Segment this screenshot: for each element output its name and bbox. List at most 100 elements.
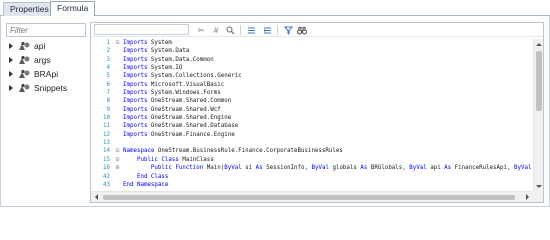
keyword-token: ByVal [224, 165, 242, 172]
fold-toggle-icon[interactable]: ⊟ [114, 39, 121, 47]
scroll-thumb[interactable] [536, 51, 542, 111]
scroll-right-icon[interactable] [523, 192, 532, 202]
code-token: api [426, 165, 445, 172]
comment-icon[interactable] [245, 24, 257, 36]
code-token: OneStream.Shared.Engine [147, 115, 232, 122]
find-next-icon[interactable] [224, 24, 236, 36]
keyword-token: Imports [123, 48, 148, 55]
code-line[interactable]: 5 Imports System.Collections.Generic [91, 72, 533, 80]
code-text: End Class [123, 173, 168, 181]
line-number: 3 [106, 56, 111, 63]
code-line[interactable]: 14 ⊟ Namespace OneStream.BusinessRule.Fina… [91, 147, 533, 155]
code-text: Imports System.Data [123, 47, 189, 55]
code-line[interactable]: 8 Imports OneStream.Shared.Common [91, 97, 533, 105]
tree-item-args[interactable]: args [6, 53, 86, 67]
keyword-token: As [255, 165, 263, 172]
editor-toolbar: ✂ # [91, 23, 543, 37]
find-icon[interactable]: # [210, 24, 222, 36]
line-number: 4 [106, 65, 111, 72]
tree-item-brapi[interactable]: BRApi [6, 67, 86, 81]
code-text: Namespace OneStream.BusinessRule.Finance… [123, 147, 343, 155]
code-text: Imports OneStream.Finance.Engine [123, 131, 235, 139]
code-line[interactable]: 16 ⊞ Public Function Main(ByVal si As Ses… [91, 164, 533, 172]
filter-input[interactable] [6, 23, 86, 37]
code-line[interactable]: 2 Imports System.Data [91, 47, 533, 55]
namespace-icon [19, 69, 30, 78]
keyword-token: Imports [123, 40, 148, 46]
code-line[interactable]: 43 End Namespace [91, 181, 533, 189]
code-line[interactable]: 4 Imports System.IO [91, 64, 533, 72]
fold-toggle-icon[interactable]: ⊟ [114, 156, 121, 164]
line-number: 14 [103, 148, 110, 155]
code-line[interactable]: 1 ⊟ Imports System [91, 39, 533, 47]
expand-arrow-icon[interactable] [6, 67, 16, 81]
code-text: Public Class MainClass [123, 156, 214, 164]
search-input[interactable] [94, 24, 189, 35]
scroll-left-icon[interactable] [92, 192, 101, 202]
tab-formula[interactable]: Formula [50, 1, 96, 17]
line-number: 11 [103, 123, 110, 130]
tree-item-snippets[interactable]: Snippets [6, 81, 86, 95]
keyword-token: Imports [123, 123, 148, 130]
line-number: 42 [103, 173, 110, 180]
code-text: Imports System.Data.Common [123, 56, 214, 64]
keyword-token: Imports [123, 106, 148, 113]
code-text: Imports OneStream.Shared.Wcf [123, 106, 221, 114]
line-number: 10 [103, 115, 110, 122]
uncomment-icon[interactable] [261, 24, 273, 36]
code-token: OneStream.BusinessRule.Finance.Corporate… [154, 148, 343, 155]
line-number: 43 [103, 181, 110, 188]
code-line[interactable]: 9 Imports OneStream.Shared.Wcf [91, 106, 533, 114]
code-editor[interactable]: ✂ # 1 ⊟ Imports System 2 Imports System.Data… [90, 22, 544, 203]
code-line[interactable]: 12 Imports OneStream.Finance.Engine [91, 131, 533, 139]
code-line[interactable]: 6 Imports Microsoft.VisualBasic [91, 81, 533, 89]
keyword-token: ByVal [311, 165, 329, 172]
line-number: 7 [106, 90, 111, 97]
fold-toggle-icon[interactable]: ⊞ [114, 164, 121, 172]
code-line[interactable]: 11 Imports OneStream.Shared.Database [91, 122, 533, 130]
keyword-token: Imports [123, 65, 148, 72]
scroll-thumb[interactable] [103, 195, 515, 200]
code-token: si [241, 165, 256, 172]
cut-icon[interactable]: ✂ [195, 24, 207, 36]
object-tree: api args BRApi Snippets [6, 39, 86, 95]
binoculars-icon[interactable] [296, 24, 308, 36]
code-text: Imports System [123, 39, 172, 47]
code-line[interactable]: 13 [91, 139, 533, 147]
code-line[interactable]: 15 ⊟ Public Class MainClass [91, 156, 533, 164]
tree-item-label: args [34, 55, 51, 65]
scroll-up-icon[interactable] [534, 40, 544, 48]
tab-properties[interactable]: Properties [3, 2, 56, 16]
keyword-token: ByVal [409, 165, 427, 172]
line-number: 13 [103, 140, 110, 147]
keyword-token: End Class [136, 173, 169, 180]
code-line[interactable]: 3 Imports System.Data.Common [91, 56, 533, 64]
expand-arrow-icon[interactable] [6, 81, 16, 95]
code-line[interactable]: 10 Imports OneStream.Shared.Engine [91, 114, 533, 122]
code-line[interactable]: 42 End Class [91, 173, 533, 181]
code-token: BRGlobals, [367, 165, 410, 172]
line-number: 16 [103, 165, 110, 172]
code-token: OneStream.Finance.Engine [147, 131, 235, 138]
keyword-token: Imports [123, 56, 148, 63]
tree-item-api[interactable]: api [6, 39, 86, 53]
horizontal-scrollbar[interactable] [91, 191, 533, 202]
line-number: 6 [106, 81, 111, 88]
code-area[interactable]: 1 ⊟ Imports System 2 Imports System.Data 3 Imp… [91, 39, 533, 191]
keyword-token: Namespace [123, 148, 155, 155]
filter-icon[interactable] [282, 24, 294, 36]
keyword-token: Public Class [136, 156, 179, 163]
code-line[interactable]: 7 Imports System.Windows.Forms [91, 89, 533, 97]
code-text: Imports OneStream.Shared.Engine [123, 114, 231, 122]
namespace-icon [19, 41, 30, 50]
expand-arrow-icon[interactable] [6, 39, 16, 53]
expand-arrow-icon[interactable] [6, 53, 16, 67]
code-token: System.Windows.Forms [147, 90, 221, 97]
scroll-down-icon[interactable] [534, 182, 544, 190]
vertical-scrollbar[interactable] [533, 39, 543, 191]
code-text: Imports System.IO [123, 64, 182, 72]
fold-toggle-icon[interactable]: ⊟ [114, 147, 121, 155]
line-number: 15 [103, 156, 110, 163]
